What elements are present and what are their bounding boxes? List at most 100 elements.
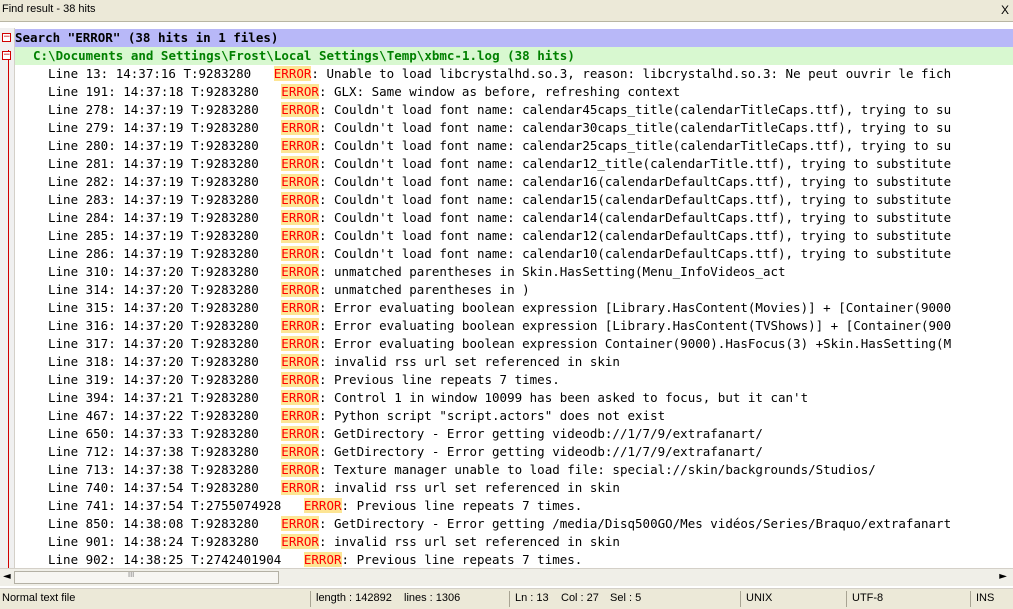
error-match-highlight: ERROR: [281, 246, 319, 261]
result-line-prefix: Line 314: 14:37:20 T:9283280: [48, 282, 282, 297]
error-match-highlight: ERROR: [281, 174, 319, 189]
result-row[interactable]: Line 318: 14:37:20 T:9283280 ERROR: inva…: [15, 353, 620, 371]
result-message: : Control 1 in window 10099 has been ask…: [318, 390, 809, 405]
result-row[interactable]: Line 741: 14:37:54 T:2755074928 ERROR: P…: [15, 497, 582, 515]
result-message: : Error evaluating boolean expression [L…: [318, 318, 952, 333]
result-row[interactable]: Line 283: 14:37:19 T:9283280 ERROR: Coul…: [15, 191, 951, 209]
result-message: : unmatched parentheses in Skin.HasSetti…: [318, 264, 786, 279]
result-line-prefix: Line 317: 14:37:20 T:9283280: [48, 336, 282, 351]
results-panel[interactable]: − − Search "ERROR" (38 hits in 1 files) …: [0, 28, 1013, 568]
result-message: : unmatched parentheses in ): [318, 282, 530, 297]
status-file-type: Normal text file: [2, 592, 76, 604]
result-row[interactable]: Line 315: 14:37:20 T:9283280 ERROR: Erro…: [15, 299, 951, 317]
error-match-highlight: ERROR: [281, 192, 319, 207]
result-row[interactable]: Line 310: 14:37:20 T:9283280 ERROR: unma…: [15, 263, 786, 281]
result-message: : GetDirectory - Error getting /media/Di…: [318, 516, 952, 531]
result-row[interactable]: Line 712: 14:37:38 T:9283280 ERROR: GetD…: [15, 443, 763, 461]
error-match-highlight: ERROR: [281, 300, 319, 315]
result-line-prefix: Line 281: 14:37:19 T:9283280: [48, 156, 282, 171]
status-sel: Sel : 5: [610, 592, 642, 604]
scroll-left-icon[interactable]: ◄: [3, 571, 11, 582]
result-message: : Couldn't load font name: calendar25cap…: [318, 138, 952, 153]
error-match-highlight: ERROR: [281, 84, 319, 99]
result-message: : GLX: Same window as before, refreshing…: [318, 84, 681, 99]
status-eol: UNIX: [746, 592, 773, 604]
result-row[interactable]: Line 279: 14:37:19 T:9283280 ERROR: Coul…: [15, 119, 951, 137]
result-row[interactable]: Line 740: 14:37:54 T:9283280 ERROR: inva…: [15, 479, 620, 497]
result-row[interactable]: Line 280: 14:37:19 T:9283280 ERROR: Coul…: [15, 137, 951, 155]
result-message: : Couldn't load font name: calendar45cap…: [318, 102, 952, 117]
result-row[interactable]: Line 902: 14:38:25 T:2742401904 ERROR: P…: [15, 551, 582, 568]
result-message: : GetDirectory - Error getting videodb:/…: [318, 426, 763, 441]
error-match-highlight: ERROR: [281, 102, 319, 117]
scroll-right-icon[interactable]: ►: [999, 571, 1007, 582]
result-row[interactable]: Line 467: 14:37:22 T:9283280 ERROR: Pyth…: [15, 407, 665, 425]
error-match-highlight: ERROR: [281, 210, 319, 225]
result-message: : invalid rss url set referenced in skin: [318, 354, 620, 369]
result-line-prefix: Line 650: 14:37:33 T:9283280: [48, 426, 282, 441]
result-line-prefix: Line 316: 14:37:20 T:9283280: [48, 318, 282, 333]
result-row[interactable]: Line 286: 14:37:19 T:9283280 ERROR: Coul…: [15, 245, 951, 263]
search-summary-row[interactable]: Search "ERROR" (38 hits in 1 files): [15, 29, 1013, 47]
result-message: : GetDirectory - Error getting videodb:/…: [318, 444, 763, 459]
error-match-highlight: ERROR: [281, 444, 319, 459]
result-row[interactable]: Line 13: 14:37:16 T:9283280 ERROR: Unabl…: [15, 65, 951, 83]
result-line-prefix: Line 279: 14:37:19 T:9283280: [48, 120, 282, 135]
close-icon[interactable]: X: [999, 3, 1011, 17]
find-result-titlebar: Find result - 38 hits X: [0, 0, 1013, 22]
result-line-prefix: Line 286: 14:37:19 T:9283280: [48, 246, 282, 261]
status-divider: [846, 591, 847, 607]
result-line-prefix: Line 191: 14:37:18 T:9283280: [48, 84, 282, 99]
horizontal-scrollbar[interactable]: ◄ III ►: [0, 568, 1013, 586]
result-row[interactable]: Line 278: 14:37:19 T:9283280 ERROR: Coul…: [15, 101, 951, 119]
status-length: length : 142892: [316, 592, 392, 604]
result-line-prefix: Line 740: 14:37:54 T:9283280: [48, 480, 282, 495]
scroll-thumb[interactable]: [14, 571, 279, 584]
result-row[interactable]: Line 650: 14:37:33 T:9283280 ERROR: GetD…: [15, 425, 763, 443]
result-row[interactable]: Line 281: 14:37:19 T:9283280 ERROR: Coul…: [15, 155, 951, 173]
error-match-highlight: ERROR: [303, 552, 342, 567]
result-row[interactable]: Line 282: 14:37:19 T:9283280 ERROR: Coul…: [15, 173, 951, 191]
result-line-prefix: Line 310: 14:37:20 T:9283280: [48, 264, 282, 279]
status-lines: lines : 1306: [404, 592, 461, 604]
result-line-prefix: Line 318: 14:37:20 T:9283280: [48, 354, 282, 369]
result-row[interactable]: Line 713: 14:37:38 T:9283280 ERROR: Text…: [15, 461, 876, 479]
result-message: : Previous line repeats 7 times.: [318, 372, 560, 387]
result-row[interactable]: Line 901: 14:38:24 T:9283280 ERROR: inva…: [15, 533, 620, 551]
result-row[interactable]: Line 284: 14:37:19 T:9283280 ERROR: Coul…: [15, 209, 951, 227]
error-match-highlight: ERROR: [281, 228, 319, 243]
error-match-highlight: ERROR: [281, 354, 319, 369]
result-row[interactable]: Line 394: 14:37:21 T:9283280 ERROR: Cont…: [15, 389, 808, 407]
result-row[interactable]: Line 319: 14:37:20 T:9283280 ERROR: Prev…: [15, 371, 560, 389]
result-line-prefix: Line 902: 14:38:25 T:2742401904: [48, 552, 304, 567]
result-line-prefix: Line 394: 14:37:21 T:9283280: [48, 390, 282, 405]
error-match-highlight: ERROR: [281, 120, 319, 135]
result-row[interactable]: Line 314: 14:37:20 T:9283280 ERROR: unma…: [15, 281, 530, 299]
result-line-prefix: Line 741: 14:37:54 T:2755074928: [48, 498, 304, 513]
result-message: : Error evaluating boolean expression Co…: [318, 336, 952, 351]
error-match-highlight: ERROR: [281, 336, 319, 351]
file-header-row[interactable]: C:\Documents and Settings\Frost\Local Se…: [15, 47, 1013, 65]
file-path: C:\Documents and Settings\Frost\Local Se…: [33, 48, 575, 63]
window-title: Find result - 38 hits: [2, 3, 96, 15]
error-match-highlight: ERROR: [281, 156, 319, 171]
result-message: : Unable to load libcrystalhd.so.3, reas…: [311, 66, 952, 81]
result-message: : Couldn't load font name: calendar15(ca…: [318, 192, 952, 207]
result-message: : Couldn't load font name: calendar12(ca…: [318, 228, 952, 243]
result-row[interactable]: Line 317: 14:37:20 T:9283280 ERROR: Erro…: [15, 335, 951, 353]
result-row[interactable]: Line 191: 14:37:18 T:9283280 ERROR: GLX:…: [15, 83, 680, 101]
collapse-search-icon[interactable]: −: [2, 33, 11, 42]
result-row[interactable]: Line 316: 14:37:20 T:9283280 ERROR: Erro…: [15, 317, 951, 335]
result-line-prefix: Line 282: 14:37:19 T:9283280: [48, 174, 282, 189]
error-match-highlight: ERROR: [281, 138, 319, 153]
result-message: : Couldn't load font name: calendar30cap…: [318, 120, 952, 135]
result-row[interactable]: Line 285: 14:37:19 T:9283280 ERROR: Coul…: [15, 227, 951, 245]
status-divider: [509, 591, 510, 607]
error-match-highlight: ERROR: [281, 372, 319, 387]
result-line-prefix: Line 315: 14:37:20 T:9283280: [48, 300, 282, 315]
error-match-highlight: ERROR: [281, 282, 319, 297]
result-row[interactable]: Line 850: 14:38:08 T:9283280 ERROR: GetD…: [15, 515, 951, 533]
collapse-file-icon[interactable]: −: [2, 51, 11, 60]
result-line-prefix: Line 283: 14:37:19 T:9283280: [48, 192, 282, 207]
status-mode: INS: [976, 592, 995, 604]
